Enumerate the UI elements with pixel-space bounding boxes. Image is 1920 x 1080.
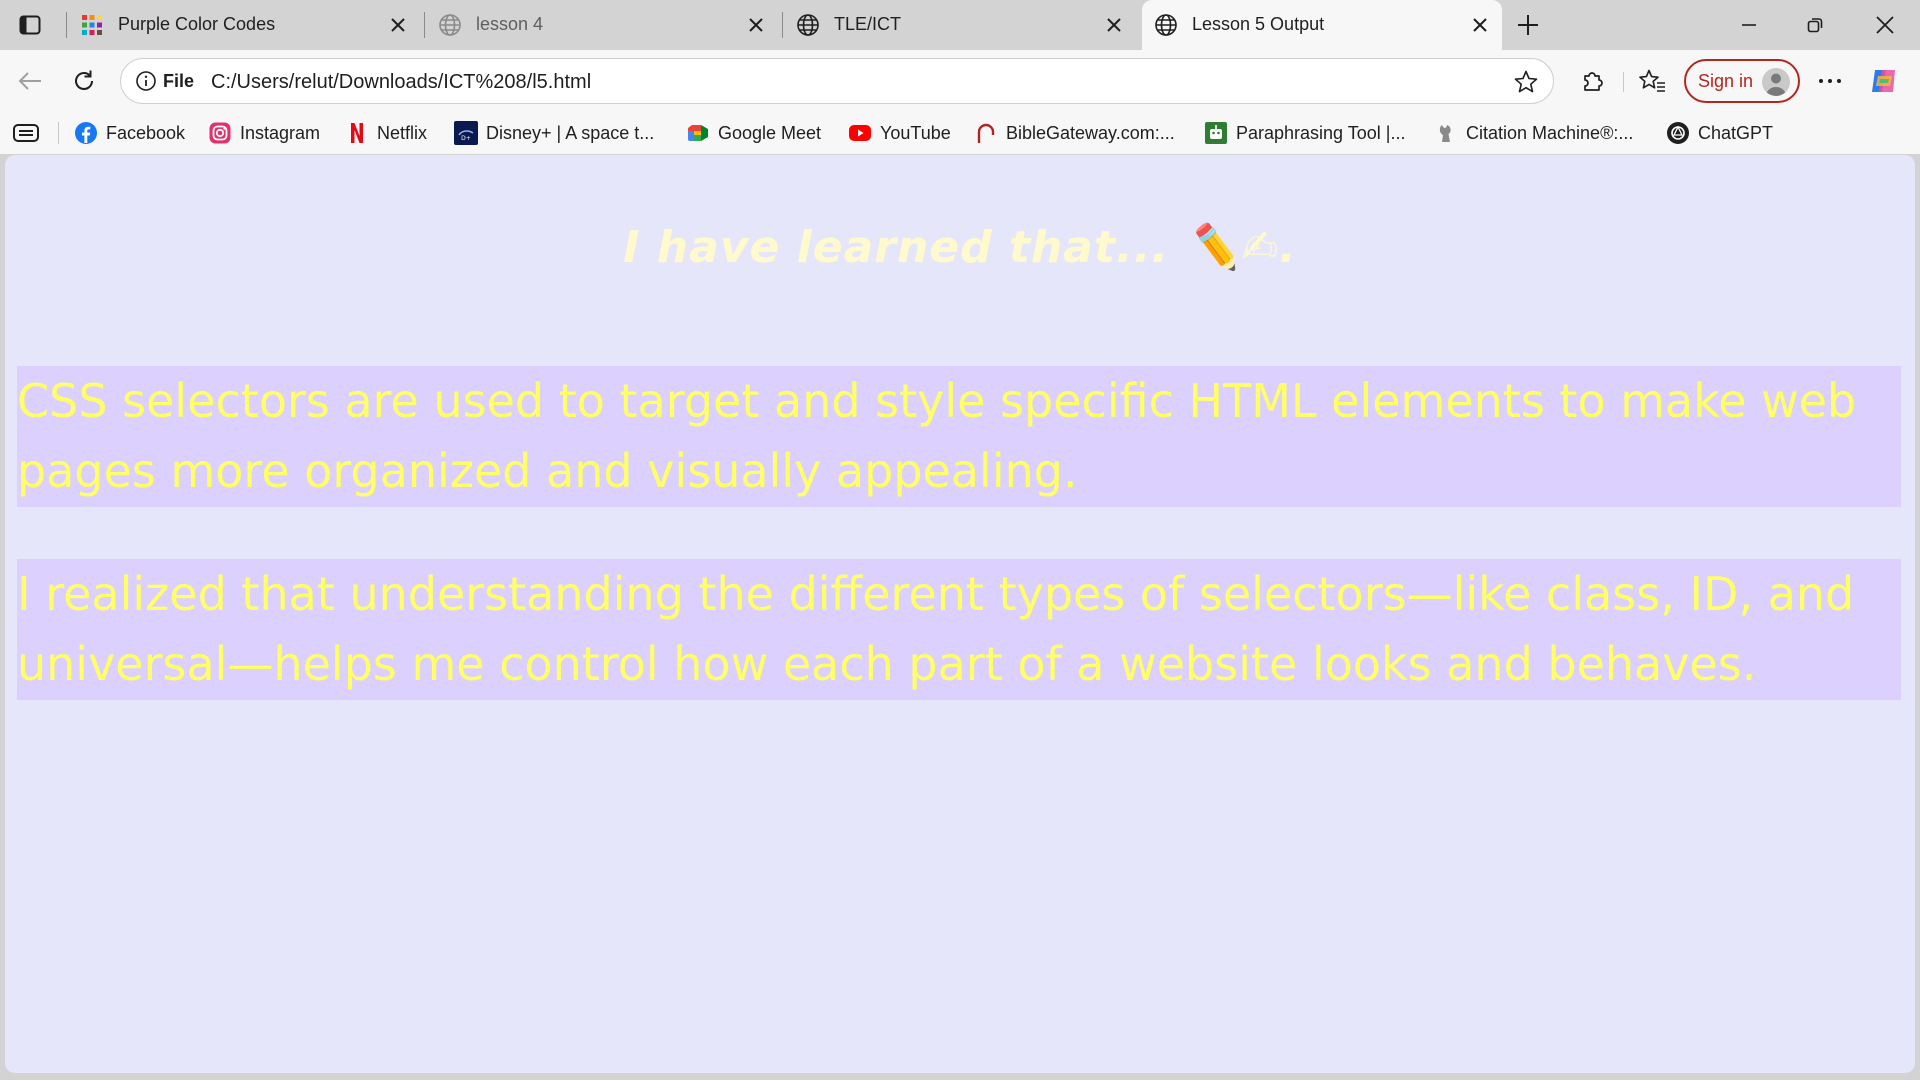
tab-actions-menu-button[interactable]: [14, 11, 46, 39]
tab-actions-icon: [19, 15, 41, 35]
sign-in-label: Sign in: [1698, 71, 1754, 91]
bookmark-label: Citation Machine®:...: [1466, 122, 1634, 143]
favorites-button[interactable]: [1636, 65, 1668, 97]
svg-text:D+: D+: [461, 135, 471, 142]
bookmark-google-meet[interactable]: Google Meet: [686, 118, 821, 148]
bookmark-label: Instagram: [240, 122, 321, 143]
page-viewport: I have learned that... ✏️✍. CSS selector…: [5, 155, 1915, 1073]
close-icon: [1473, 18, 1487, 32]
extensions-button[interactable]: [1576, 65, 1608, 97]
tab-tle-ict[interactable]: TLE/ICT: [784, 0, 1136, 50]
more-horizontal-icon: [1819, 79, 1841, 83]
tab-close-button[interactable]: [386, 13, 410, 37]
back-button[interactable]: [14, 65, 46, 97]
close-icon: [749, 18, 763, 32]
copilot-button[interactable]: [1868, 65, 1900, 97]
tab-title: lesson 4: [476, 14, 544, 34]
close-icon: [391, 18, 405, 32]
tab-lesson-4[interactable]: lesson 4: [426, 0, 778, 50]
bookmark-citation-machine[interactable]: Citation Machine®:...: [1434, 118, 1633, 148]
favorites-star-icon: [1639, 69, 1665, 92]
bookmark-paraphrasing-tool[interactable]: Paraphrasing Tool |...: [1204, 118, 1405, 148]
scheme-label: File: [163, 71, 195, 91]
url-text[interactable]: C:/Users/relut/Downloads/ICT%208/l5.html: [211, 71, 591, 94]
tab-strip: Purple Color Codes lesson 4 TLE/ICT Less…: [0, 0, 1920, 50]
color-grid-icon: [82, 15, 102, 35]
biblegateway-icon: [977, 123, 995, 143]
copilot-icon: [1872, 70, 1895, 92]
reload-button[interactable]: [68, 65, 100, 97]
sidebar-toggle-icon[interactable]: [12, 122, 40, 144]
bookmark-biblegateway[interactable]: BibleGateway.com:...: [974, 118, 1175, 148]
tab-title: Lesson 5 Output: [1192, 14, 1325, 34]
paragraph-css-selectors: CSS selectors are used to target and sty…: [17, 366, 1901, 507]
disney-plus-icon: D+: [454, 121, 478, 145]
paragraph-selector-types: I realized that understanding the differ…: [17, 559, 1901, 700]
tab-purple-color-codes[interactable]: Purple Color Codes: [68, 0, 420, 50]
bookmark-label: BibleGateway.com:...: [1006, 122, 1175, 143]
bookmark-label: YouTube: [880, 122, 951, 143]
page-heading: I have learned that... ✏️✍.: [623, 222, 1297, 273]
back-arrow-icon: [18, 72, 41, 90]
new-tab-button[interactable]: [1512, 9, 1544, 41]
bookmarks-bar: Facebook Instagram Netflix D+ Disney+ | …: [0, 112, 1920, 154]
person-icon: [1766, 73, 1786, 96]
globe-icon: [797, 14, 819, 36]
bookmark-label: Disney+ | A space t...: [486, 122, 655, 143]
instagram-icon: [209, 122, 231, 144]
address-bar[interactable]: File C:/Users/relut/Downloads/ICT%208/l5…: [120, 58, 1554, 104]
tab-title: TLE/ICT: [834, 14, 902, 34]
globe-icon: [439, 14, 461, 36]
tab-close-button[interactable]: [1468, 13, 1492, 37]
bookmark-label: Netflix: [377, 122, 428, 143]
netflix-icon: [351, 123, 363, 143]
citation-machine-icon: [1439, 125, 1451, 142]
close-icon: [1107, 18, 1121, 32]
close-icon: [1876, 16, 1894, 34]
sign-in-button[interactable]: Sign in: [1684, 59, 1800, 103]
restore-button[interactable]: [1788, 0, 1842, 50]
bookmark-youtube[interactable]: YouTube: [848, 118, 951, 148]
tab-title: Purple Color Codes: [118, 14, 276, 34]
bookmark-disney-plus[interactable]: D+ Disney+ | A space t...: [454, 118, 654, 148]
google-meet-icon: [688, 125, 708, 141]
bookmark-label: Paraphrasing Tool |...: [1236, 122, 1406, 143]
tab-separator: [782, 12, 783, 38]
bookmark-facebook[interactable]: Facebook: [74, 118, 185, 148]
tab-close-button[interactable]: [1102, 13, 1126, 37]
tab-lesson-5-output[interactable]: Lesson 5 Output: [1142, 0, 1502, 50]
minimize-button[interactable]: [1722, 0, 1776, 50]
tab-separator: [66, 12, 67, 38]
bookmark-label: ChatGPT: [1698, 122, 1774, 143]
restore-icon: [1807, 18, 1823, 33]
globe-icon: [1155, 14, 1177, 36]
reload-icon: [75, 70, 93, 90]
bookmark-label: Google Meet: [718, 122, 822, 143]
more-options-button[interactable]: [1814, 65, 1846, 97]
info-icon[interactable]: [135, 70, 157, 92]
youtube-icon: [849, 125, 871, 141]
puzzle-icon: [1584, 72, 1603, 91]
toolbar-divider: [1623, 72, 1624, 92]
bookmarks-divider: [58, 122, 59, 144]
plus-icon: [1518, 15, 1538, 35]
facebook-icon: [75, 122, 97, 144]
bookmark-chatgpt[interactable]: ChatGPT: [1666, 118, 1773, 148]
avatar: [1762, 68, 1790, 96]
tab-close-button[interactable]: [744, 13, 768, 37]
minimize-icon: [1742, 24, 1756, 26]
paraphrasing-tool-icon: [1205, 122, 1227, 144]
bookmark-netflix[interactable]: Netflix: [345, 118, 427, 148]
toolbar: File C:/Users/relut/Downloads/ICT%208/l5…: [0, 50, 1920, 112]
bookmark-label: Facebook: [106, 122, 186, 143]
favorite-star-icon[interactable]: [1513, 69, 1539, 95]
bookmark-instagram[interactable]: Instagram: [208, 118, 320, 148]
tab-separator: [424, 12, 425, 38]
chatgpt-icon: [1667, 122, 1689, 144]
close-window-button[interactable]: [1858, 0, 1912, 50]
